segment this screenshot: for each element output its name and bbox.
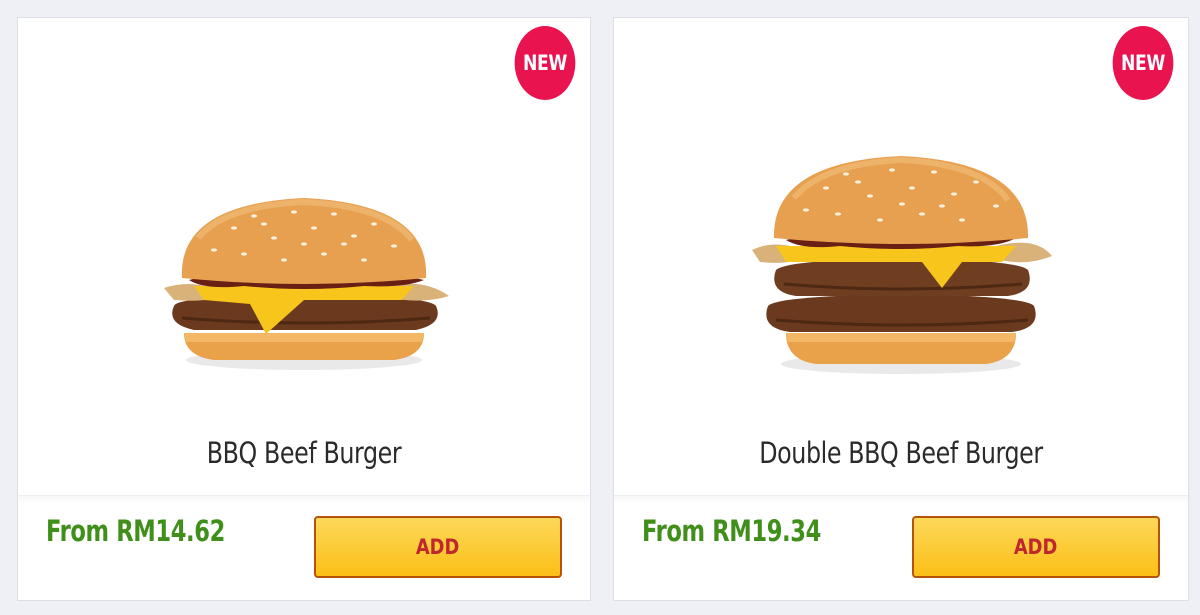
- new-badge-label: NEW: [523, 51, 567, 75]
- product-name[interactable]: Double BBQ Beef Burger: [666, 436, 1137, 470]
- new-badge: NEW: [1112, 26, 1174, 100]
- new-badge: NEW: [514, 26, 576, 100]
- product-image[interactable]: [614, 128, 1188, 398]
- add-button-label: ADD: [416, 535, 460, 559]
- product-footer: From RM14.62 ADD: [18, 495, 590, 600]
- product-card[interactable]: NEW: [17, 17, 591, 601]
- product-card[interactable]: NEW: [613, 17, 1189, 601]
- add-button-label: ADD: [1014, 535, 1058, 559]
- add-button[interactable]: ADD: [314, 516, 562, 578]
- product-footer: From RM19.34 ADD: [614, 495, 1188, 600]
- burger-image: [164, 198, 449, 370]
- product-grid: NEW BBQ Beef Burger From RM14.62 ADD NEW…: [0, 0, 1200, 615]
- burger-image: [752, 156, 1052, 374]
- product-price: From RM14.62: [46, 514, 225, 548]
- add-button[interactable]: ADD: [912, 516, 1160, 578]
- product-price: From RM19.34: [642, 514, 821, 548]
- new-badge-label: NEW: [1121, 51, 1165, 75]
- product-image[interactable]: [18, 128, 590, 398]
- product-name[interactable]: BBQ Beef Burger: [69, 436, 538, 470]
